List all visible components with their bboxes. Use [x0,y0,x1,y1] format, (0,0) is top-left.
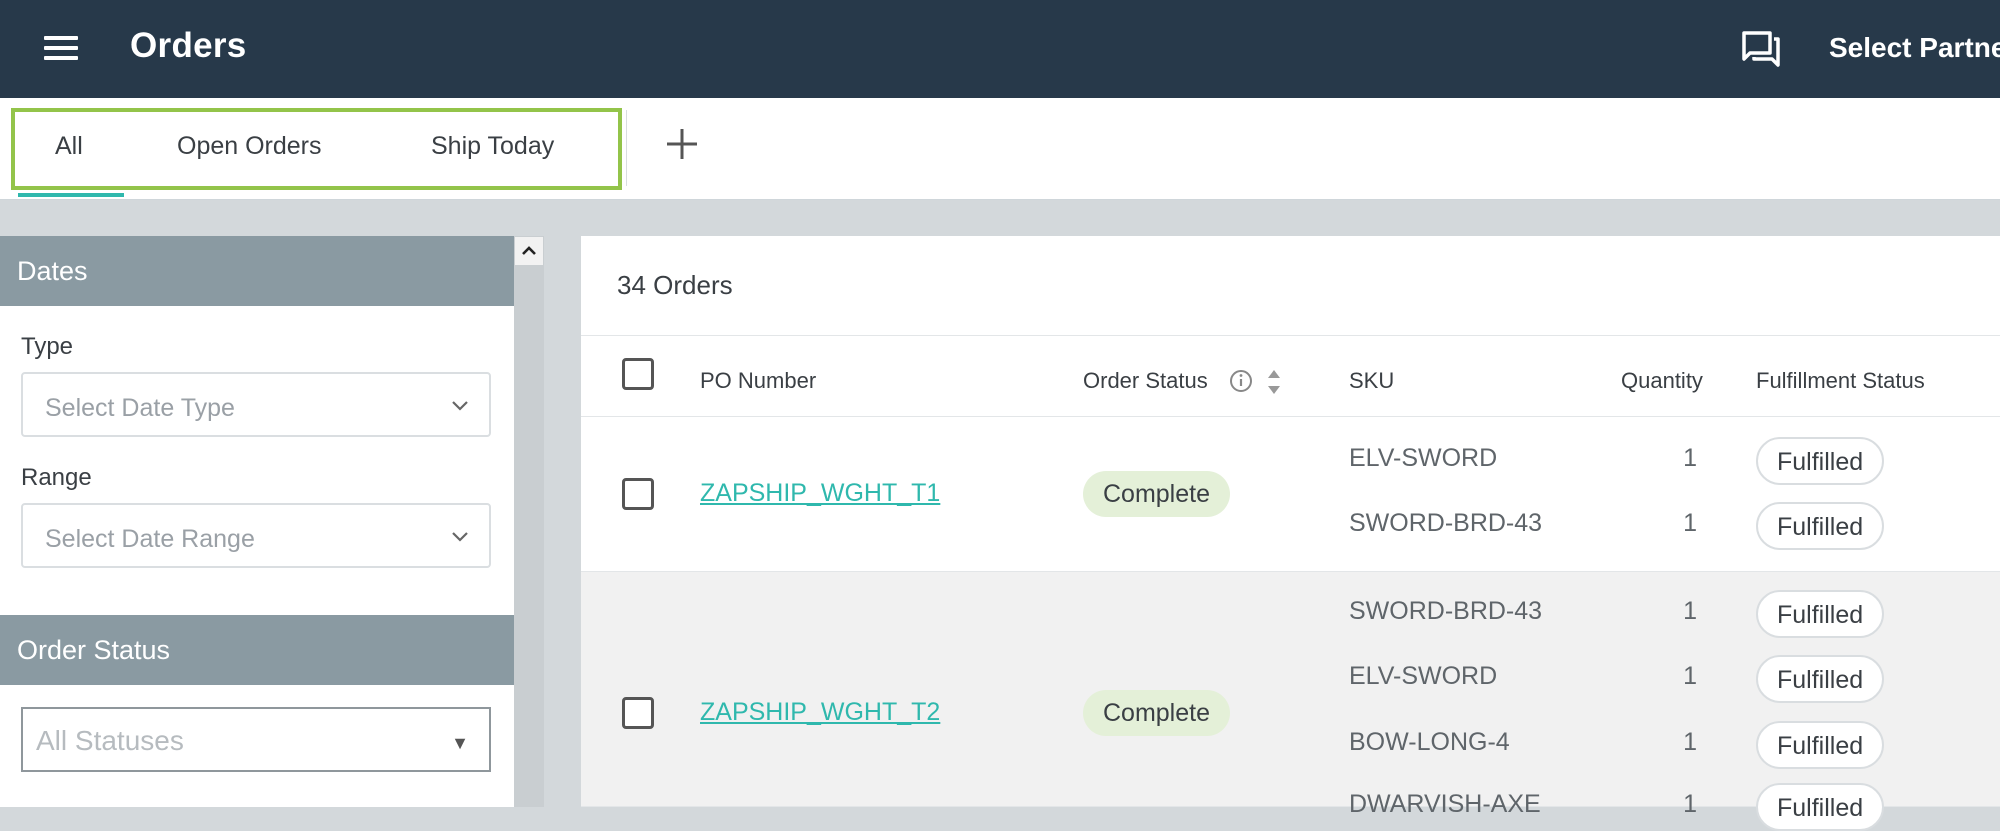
order-status-section-header[interactable]: Order Status [0,615,514,685]
orders-panel: 34 Orders PO Number Order Status SKU Qua… [581,236,2000,831]
sku-value: SWORD-BRD-43 [1349,509,1543,537]
tab-bar: All Open Orders Ship Today [0,98,2000,200]
info-icon[interactable] [1229,369,1253,393]
top-app-bar: Orders Select Partner [0,0,2000,98]
select-partner-button[interactable]: Select Partner [1829,32,2000,64]
column-fulfillment-status: Fulfillment Status [1756,368,1925,393]
sku-value: DWARVISH-AXE [1349,790,1541,818]
order-status-badge: Complete [1083,690,1230,736]
tab-all[interactable]: All [55,132,83,161]
po-number-link[interactable]: ZAPSHIP_WGHT_T1 [700,479,940,508]
chat-icon[interactable] [1740,29,1782,69]
sku-value: ELV-SWORD [1349,662,1498,690]
type-label: Type [21,333,74,360]
chevron-up-icon [522,246,536,255]
sidebar-scrollbar[interactable] [514,236,544,807]
table-row: ZAPSHIP_WGHT_T1 Complete ELV-SWORD 1 Ful… [581,417,2000,572]
quantity-value: 1 [1683,444,1697,472]
active-tab-indicator [18,193,124,197]
table-row: ZAPSHIP_WGHT_T2 Complete SWORD-BRD-43 1 … [581,572,2000,831]
chevron-down-icon [452,532,468,542]
date-range-placeholder: Select Date Range [45,525,255,553]
range-label: Range [21,464,92,491]
quantity-value: 1 [1683,597,1697,625]
page-title: Orders [130,26,247,65]
date-type-select[interactable]: Select Date Type [21,372,491,437]
row-checkbox[interactable] [622,478,654,510]
quantity-value: 1 [1683,509,1697,537]
sku-value: SWORD-BRD-43 [1349,597,1543,625]
quantity-value: 1 [1683,728,1697,756]
fulfillment-status-badge: Fulfilled [1756,590,1885,638]
column-sku: SKU [1349,368,1395,393]
column-quantity: Quantity [1621,368,1703,393]
column-order-status[interactable]: Order Status [1083,368,1208,394]
caret-down-icon: ▼ [451,733,469,753]
scroll-up-button[interactable] [514,236,544,266]
table-header: PO Number Order Status SKU Quantity Fulf… [581,335,2000,417]
add-tab-plus-icon[interactable] [664,126,700,162]
fulfillment-status-badge: Fulfilled [1756,437,1885,485]
date-range-select[interactable]: Select Date Range [21,503,491,568]
row-checkbox[interactable] [622,697,654,729]
filter-sidebar: Dates Type Select Date Type Range Select… [0,236,514,807]
sku-value: ELV-SWORD [1349,444,1498,472]
order-status-select[interactable]: All Statuses ▼ [21,707,491,772]
dates-section-header[interactable]: Dates [0,236,514,306]
date-type-placeholder: Select Date Type [45,394,235,422]
tab-divider [626,110,627,186]
select-all-checkbox[interactable] [622,358,654,390]
fulfillment-status-badge: Fulfilled [1756,783,1885,831]
fulfillment-status-badge: Fulfilled [1756,502,1885,550]
order-count: 34 Orders [617,270,733,300]
order-status-placeholder: All Statuses [36,725,184,756]
quantity-value: 1 [1683,662,1697,690]
sku-value: BOW-LONG-4 [1349,728,1510,756]
po-number-link[interactable]: ZAPSHIP_WGHT_T2 [700,698,940,727]
chevron-down-icon [452,401,468,411]
order-status-badge: Complete [1083,471,1230,517]
fulfillment-status-badge: Fulfilled [1756,655,1885,703]
tab-ship-today[interactable]: Ship Today [431,132,554,161]
tab-open-orders[interactable]: Open Orders [177,132,322,161]
fulfillment-status-badge: Fulfilled [1756,721,1885,769]
column-po-number: PO Number [700,368,817,393]
sort-icon[interactable] [1266,368,1282,396]
quantity-value: 1 [1683,790,1697,818]
tab-group-highlight: All Open Orders Ship Today [11,108,622,190]
hamburger-menu-icon[interactable] [44,34,78,62]
